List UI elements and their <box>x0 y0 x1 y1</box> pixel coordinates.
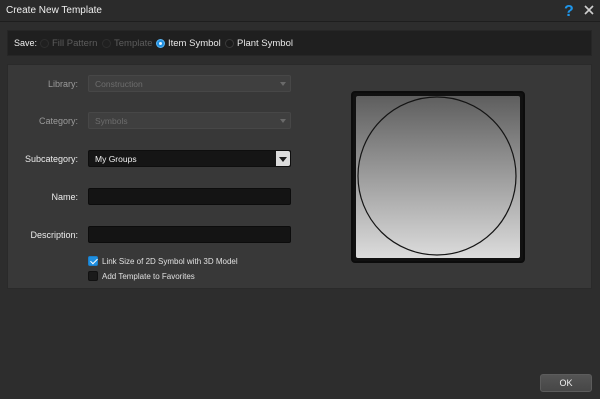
radio-circle <box>40 39 49 48</box>
category-label: Category: <box>38 116 78 126</box>
link-size-label: Link Size of 2D Symbol with 3D Model <box>102 256 238 266</box>
category-placeholder: Symbols <box>95 116 128 126</box>
category-select[interactable]: Symbols <box>88 112 291 129</box>
radio-circle <box>102 39 111 48</box>
symbol-preview-frame <box>351 91 525 263</box>
circle-symbol-icon <box>357 96 517 256</box>
chevron-down-icon <box>276 76 290 91</box>
subcategory-label: Subcategory: <box>24 154 78 164</box>
radio-template[interactable]: Template <box>102 37 153 50</box>
link-size-checkbox[interactable] <box>88 256 98 266</box>
radio-circle <box>225 39 234 48</box>
chevron-down-icon[interactable] <box>276 151 290 166</box>
radio-circle <box>156 39 165 48</box>
radio-item-symbol[interactable]: Item Symbol <box>156 37 221 50</box>
library-select[interactable]: Construction <box>88 75 291 92</box>
symbol-preview <box>356 96 520 258</box>
close-icon[interactable] <box>582 3 596 17</box>
description-input[interactable] <box>88 226 291 243</box>
radio-fill-pattern[interactable]: Fill Pattern <box>40 37 97 50</box>
ok-button[interactable]: OK <box>540 374 592 392</box>
help-icon[interactable]: ? <box>563 2 577 18</box>
save-type-bar: Save: Fill Pattern Template Item Symbol … <box>7 30 592 56</box>
library-value: Construction <box>95 79 143 89</box>
subcategory-value: My Groups <box>95 154 137 164</box>
chevron-down-icon <box>276 113 290 128</box>
save-label: Save: <box>14 38 38 48</box>
radio-fill-pattern-label: Fill Pattern <box>52 38 98 49</box>
add-favorites-checkbox[interactable] <box>88 271 98 281</box>
name-label: Name: <box>51 192 78 202</box>
title-bar: Create New Template ? <box>0 0 600 22</box>
add-favorites-checkbox-row[interactable]: Add Template to Favorites <box>88 270 195 282</box>
link-size-checkbox-row[interactable]: Link Size of 2D Symbol with 3D Model <box>88 255 238 267</box>
template-form-panel: Library: Construction Category: Symbols … <box>7 64 592 289</box>
radio-plant-symbol[interactable]: Plant Symbol <box>225 37 293 50</box>
add-favorites-label: Add Template to Favorites <box>102 271 195 281</box>
window-title: Create New Template <box>6 5 102 16</box>
svg-text:?: ? <box>564 3 574 18</box>
library-label: Library: <box>47 79 78 89</box>
description-label: Description: <box>30 230 78 240</box>
radio-item-symbol-label: Item Symbol <box>168 38 221 49</box>
radio-template-label: Template <box>114 38 153 49</box>
radio-plant-symbol-label: Plant Symbol <box>237 38 293 49</box>
name-input[interactable] <box>88 188 291 205</box>
subcategory-select[interactable]: My Groups <box>88 150 291 167</box>
